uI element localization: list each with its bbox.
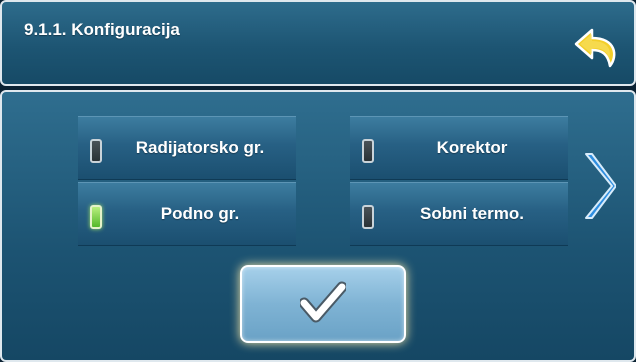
option-label: Podno gr. [160,204,240,223]
next-page-button[interactable] [582,150,617,222]
status-led-icon [90,205,102,229]
status-led-icon [90,139,102,163]
option-radijatorsko-gr[interactable]: Radijatorsko gr. [78,116,296,180]
option-sobni-termo[interactable]: Sobni termo. [350,182,568,246]
status-led-icon [362,139,374,163]
option-korektor[interactable]: Korektor [350,116,568,180]
confirm-button[interactable] [240,265,406,343]
back-button[interactable] [574,26,622,72]
option-podno-gr[interactable]: Podno gr. [78,182,296,246]
checkmark-icon [300,281,346,323]
option-label: Sobni termo. [420,204,524,223]
option-label: Radijatorsko gr. [135,138,265,157]
option-label: Korektor [436,138,508,157]
chevron-right-icon [585,153,617,219]
header-bar: 9.1.1. Konfiguracija [0,0,636,86]
page-title: 9.1.1. Konfiguracija [24,20,180,39]
back-arrow-icon [574,28,616,68]
status-led-icon [362,205,374,229]
